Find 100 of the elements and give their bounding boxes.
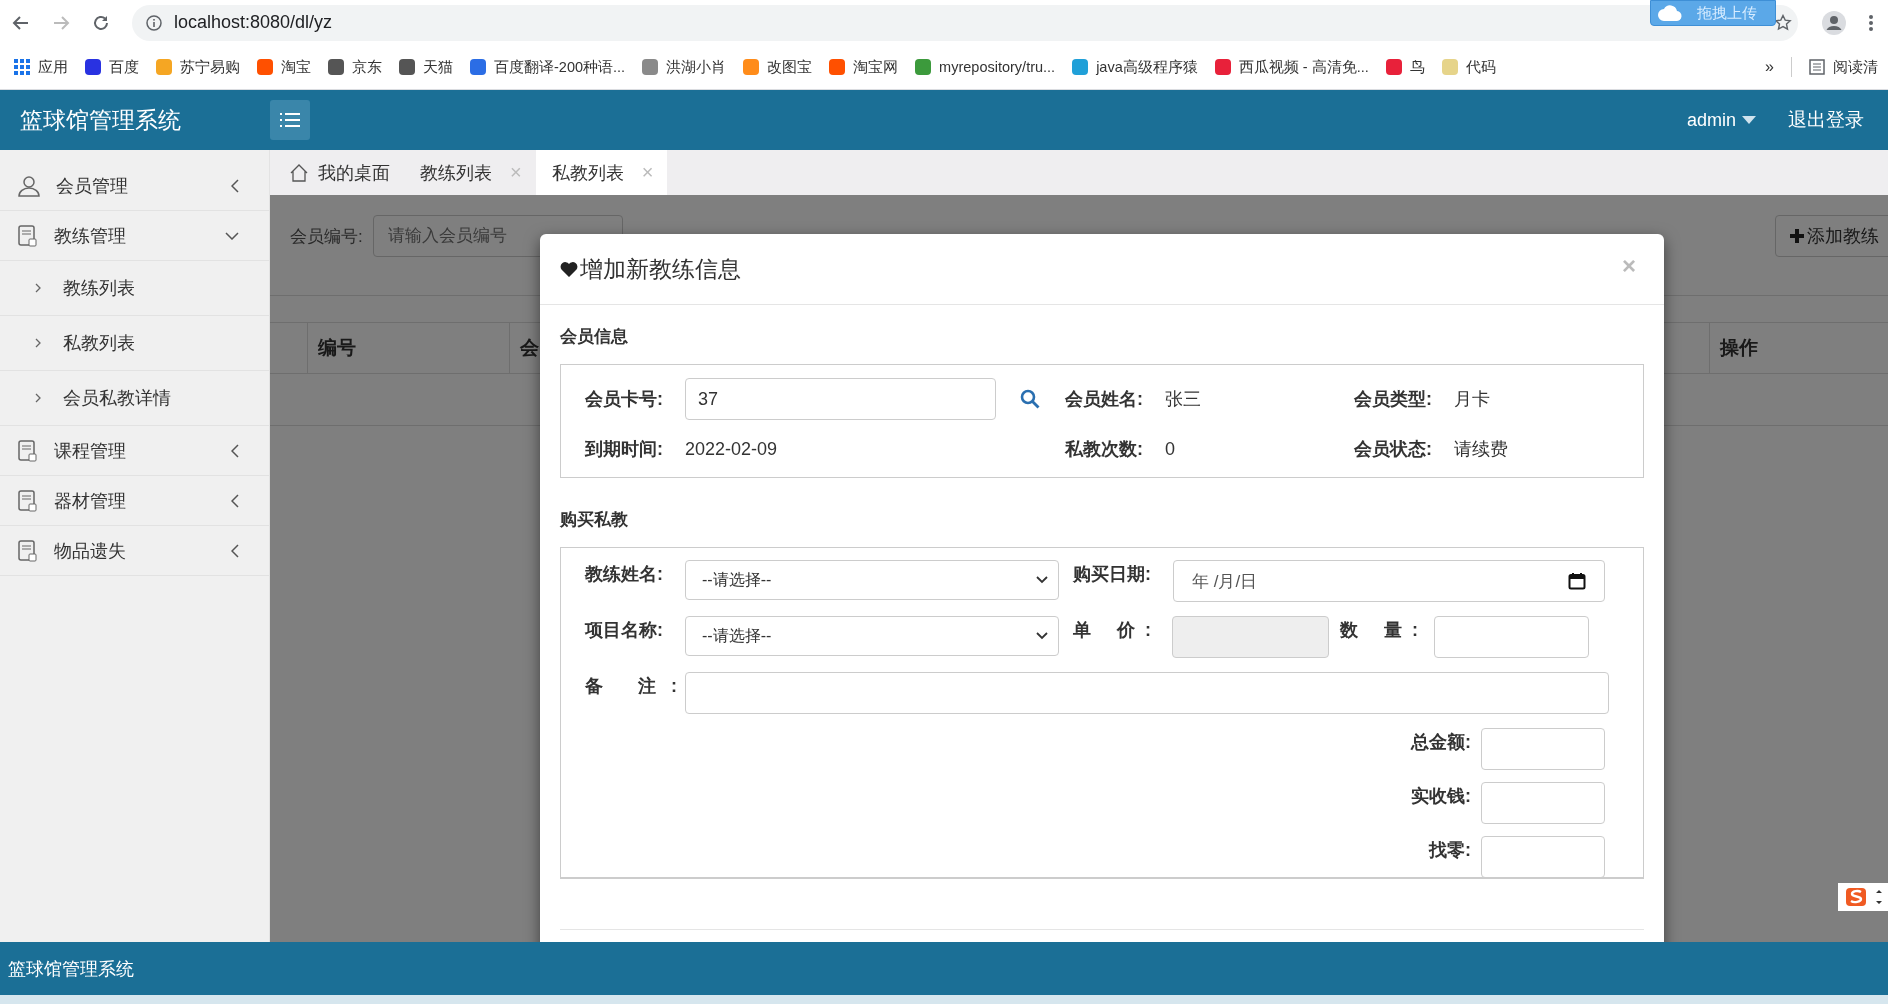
bookmark[interactable]: 改图宝 [743, 57, 813, 77]
caret-icon [1742, 116, 1756, 124]
info-icon [146, 14, 162, 31]
tab[interactable]: 我的桌面 [270, 150, 404, 195]
field-label: 会员类型: [1354, 388, 1433, 411]
field-value: 张三 [1165, 388, 1201, 411]
bookmark[interactable]: 淘宝 [257, 57, 311, 77]
reading-list[interactable]: 阅读清 [1809, 57, 1878, 77]
column-header: 编号 [308, 323, 510, 373]
footer-title: 篮球馆管理系统 [8, 957, 134, 981]
field-value: 月卡 [1454, 388, 1490, 411]
chevron-right-icon [35, 338, 41, 348]
add-coach-button[interactable]: 添加教练 [1775, 215, 1888, 257]
chevron-left-icon [231, 493, 239, 508]
project-select[interactable]: --请选择-- [685, 616, 1059, 656]
filter-label: 会员编号: [290, 225, 363, 248]
bookmark[interactable]: 应用 [14, 57, 68, 77]
sidebar-subitem[interactable]: 私教列表 [0, 316, 269, 371]
bookmark[interactable]: 天猫 [399, 57, 453, 77]
field-label: 会员状态: [1354, 438, 1433, 461]
field-value: 0 [1165, 438, 1175, 460]
section-title: 购买私教 [560, 509, 629, 531]
bookmark[interactable]: 鸟 [1385, 57, 1425, 77]
bookmark[interactable]: 代码 [1441, 57, 1496, 77]
back-icon[interactable] [12, 13, 30, 32]
heart-icon [560, 261, 578, 277]
user-menu[interactable]: admin [1686, 109, 1756, 131]
document-icon [18, 439, 38, 462]
bookmark[interactable]: 苏宁易购 [156, 57, 240, 77]
chevron-down-icon [225, 231, 239, 240]
home-icon [290, 163, 308, 182]
section-title: 会员信息 [560, 326, 629, 348]
bookmark[interactable]: myrepository/tru... [915, 59, 1056, 75]
list-icon [1809, 59, 1825, 75]
field-label: 备 注: [585, 675, 678, 698]
chevron-down-icon [1036, 632, 1048, 640]
bookmark[interactable]: 西瓜视频 - 高清免... [1214, 57, 1369, 77]
sidebar-item[interactable]: 会员管理 [0, 161, 269, 211]
field-label: 会员姓名: [1065, 388, 1144, 411]
field-label: 总金额: [1411, 731, 1472, 754]
logout-link[interactable]: 退出登录 [1788, 107, 1864, 133]
amount-input[interactable] [1481, 728, 1605, 770]
document-icon [18, 539, 38, 562]
tab[interactable]: 私教列表 × [535, 150, 668, 195]
remark-input[interactable] [685, 672, 1609, 714]
chevron-left-icon [231, 443, 239, 458]
sidebar-subitem[interactable]: 教练列表 [0, 261, 269, 316]
field-label: 购买日期: [1073, 563, 1152, 586]
amount-input[interactable] [1481, 836, 1605, 877]
field-label: 私教次数: [1065, 438, 1144, 461]
sidebar-item[interactable]: 物品遗失 [0, 526, 269, 576]
bookmark[interactable]: 京东 [328, 57, 382, 77]
amount-input[interactable] [1481, 782, 1605, 824]
bookmark[interactable]: java高级程序猿 [1072, 57, 1198, 77]
tab[interactable]: 教练列表 × [404, 150, 536, 195]
bookmark[interactable]: 淘宝网 [829, 57, 899, 77]
quantity-input[interactable] [1434, 616, 1589, 658]
bookmark[interactable]: 百度 [85, 57, 139, 77]
card-number-input[interactable]: 37 [685, 378, 996, 420]
reload-icon[interactable] [92, 13, 110, 32]
profile-icon[interactable] [1822, 10, 1846, 35]
bookmark[interactable]: 百度翻译-200种语... [470, 57, 626, 77]
person-icon [18, 174, 40, 197]
search-icon[interactable] [1020, 389, 1040, 409]
sidebar-item[interactable]: 课程管理 [0, 426, 269, 476]
menu-toggle-button[interactable] [270, 100, 310, 140]
calendar-icon [1568, 572, 1586, 590]
field-label: 找零: [1429, 839, 1472, 862]
menu-icon[interactable] [1868, 13, 1874, 32]
field-label: 实收钱: [1411, 785, 1472, 808]
chevron-right-icon [35, 283, 41, 293]
bookmark[interactable]: 洪湖小肖 [642, 57, 727, 77]
chevron-left-icon [231, 543, 239, 558]
field-label: 会员卡号: [585, 388, 664, 411]
field-label: 到期时间: [585, 438, 664, 461]
chevron-right-icon [35, 393, 41, 403]
upload-label: 拖拽上传 [1697, 3, 1757, 23]
sidebar-item[interactable]: 器材管理 [0, 476, 269, 526]
menu-icon [280, 113, 300, 127]
plus-icon [1790, 229, 1804, 243]
more-bookmarks[interactable]: » [1765, 58, 1774, 76]
date-input[interactable]: 年 /月/日 [1173, 560, 1605, 602]
field-label: 项目名称: [585, 619, 664, 642]
field-value: 2022-02-09 [685, 438, 778, 460]
field-label: 单 价: [1073, 619, 1152, 642]
star-icon[interactable] [1774, 13, 1792, 32]
cloud-icon [1657, 4, 1683, 22]
url-text: localhost:8080/dl/yz [174, 12, 333, 33]
sidebar-item[interactable]: 教练管理 [0, 211, 269, 261]
dialog-title: 增加新教练信息 [580, 254, 741, 284]
field-value: 请续费 [1454, 438, 1508, 461]
column-header: 操作 [1718, 336, 1759, 360]
sidebar-subitem[interactable]: 会员私教详情 [0, 371, 269, 426]
document-icon [18, 224, 38, 247]
field-label: 数 量: [1340, 619, 1419, 642]
app-title: 篮球馆管理系统 [20, 105, 182, 135]
chevron-down-icon [1036, 576, 1048, 584]
coach-select[interactable]: --请选择-- [685, 560, 1059, 600]
field-label: 教练姓名: [585, 563, 664, 586]
document-icon [18, 489, 38, 512]
